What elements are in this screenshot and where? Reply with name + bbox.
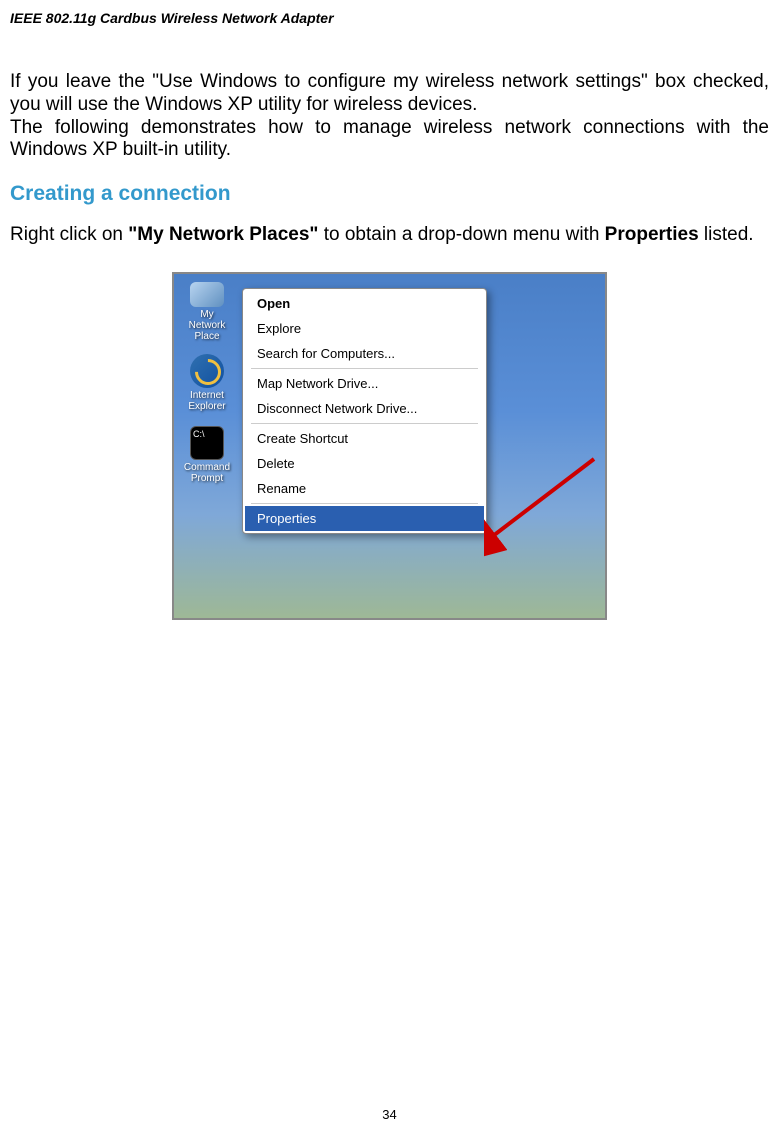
cmd-icon-label: Command Prompt bbox=[182, 462, 232, 484]
intro-line1: If you leave the "Use Windows to configu… bbox=[10, 71, 769, 115]
menu-item-explore[interactable]: Explore bbox=[245, 316, 484, 341]
instruction-text: Right click on "My Network Places" to ob… bbox=[10, 224, 769, 247]
menu-item-map-drive[interactable]: Map Network Drive... bbox=[245, 371, 484, 396]
menu-item-properties[interactable]: Properties bbox=[245, 506, 484, 531]
instruction-prefix: Right click on bbox=[10, 224, 128, 245]
menu-item-rename[interactable]: Rename bbox=[245, 476, 484, 501]
network-icon-label: My Network Place bbox=[182, 309, 232, 342]
menu-item-delete[interactable]: Delete bbox=[245, 451, 484, 476]
document-header: IEEE 802.11g Cardbus Wireless Network Ad… bbox=[10, 10, 769, 26]
network-icon bbox=[190, 282, 224, 307]
section-heading: Creating a connection bbox=[10, 182, 769, 206]
page-number: 34 bbox=[382, 1107, 396, 1122]
menu-item-search[interactable]: Search for Computers... bbox=[245, 341, 484, 366]
cmd-icon bbox=[190, 426, 224, 460]
intro-text: If you leave the "Use Windows to configu… bbox=[10, 71, 769, 162]
screenshot-container: My Network Place Internet Explorer Comma… bbox=[10, 272, 769, 620]
instruction-bold1: "My Network Places" bbox=[128, 224, 318, 245]
desktop-screenshot: My Network Place Internet Explorer Comma… bbox=[172, 272, 607, 620]
instruction-middle: to obtain a drop-down menu with bbox=[318, 224, 604, 245]
menu-separator bbox=[251, 503, 478, 504]
red-arrow-annotation bbox=[484, 449, 604, 559]
ie-icon bbox=[190, 354, 224, 388]
instruction-bold2: Properties bbox=[605, 224, 699, 245]
menu-separator bbox=[251, 423, 478, 424]
menu-separator bbox=[251, 368, 478, 369]
instruction-suffix: listed. bbox=[699, 224, 754, 245]
menu-item-open[interactable]: Open bbox=[245, 291, 484, 316]
context-menu: Open Explore Search for Computers... Map… bbox=[242, 288, 487, 534]
my-network-places-icon[interactable]: My Network Place bbox=[182, 282, 232, 342]
intro-line2: The following demonstrates how to manage… bbox=[10, 117, 769, 161]
command-prompt-icon[interactable]: Command Prompt bbox=[182, 426, 232, 486]
desktop-icons-column: My Network Place Internet Explorer Comma… bbox=[182, 282, 232, 498]
menu-item-create-shortcut[interactable]: Create Shortcut bbox=[245, 426, 484, 451]
ie-icon-label: Internet Explorer bbox=[182, 390, 232, 412]
internet-explorer-icon[interactable]: Internet Explorer bbox=[182, 354, 232, 414]
menu-item-disconnect-drive[interactable]: Disconnect Network Drive... bbox=[245, 396, 484, 421]
